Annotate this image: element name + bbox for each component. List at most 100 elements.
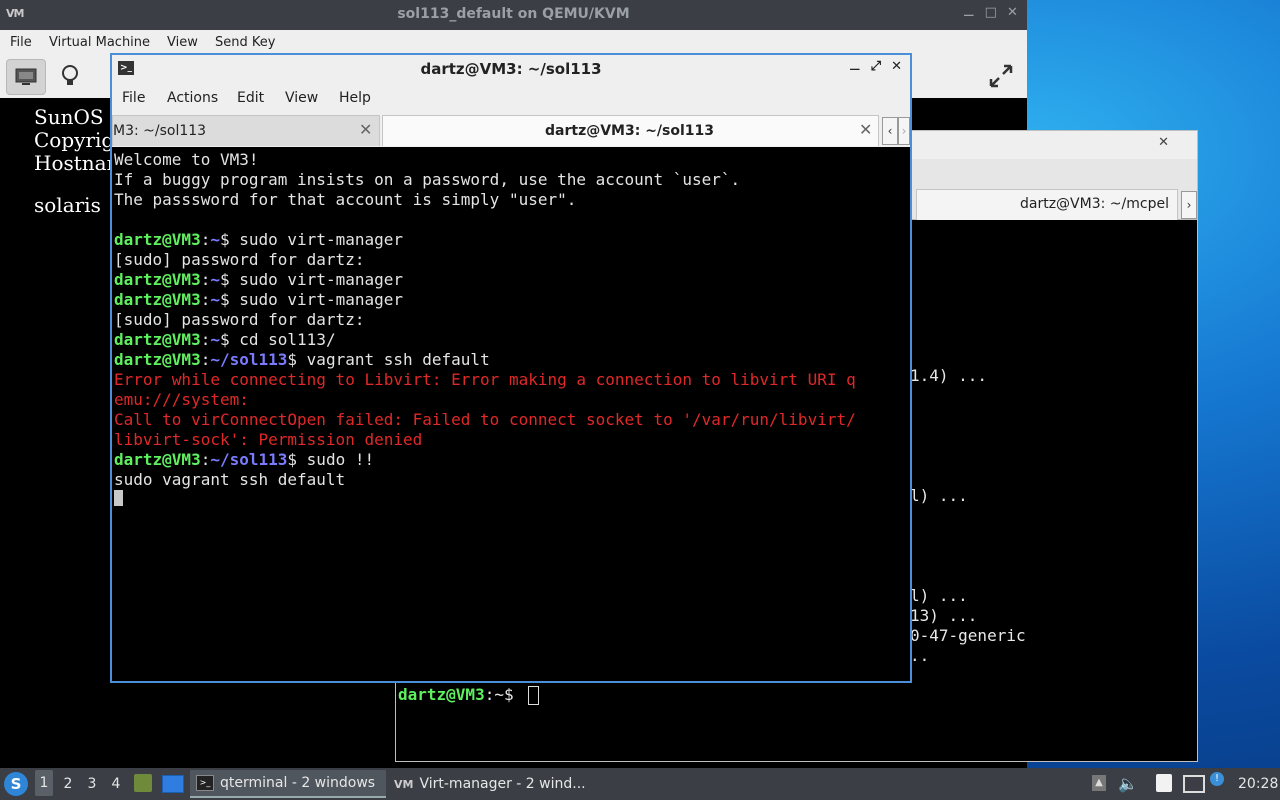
prompt-user: dartz@VM3 [114,230,201,249]
fullscreen-button[interactable] [982,59,1020,93]
clipboard-icon[interactable] [1156,774,1172,792]
task-label: Virt-manager - 2 wind... [419,776,586,792]
tab-scroll-right-button[interactable]: › [898,117,910,145]
minimize-icon[interactable]: ⚊ [963,5,975,20]
text-cursor [528,686,539,705]
maximize-icon[interactable]: ⤢ [871,59,881,74]
close-tab-icon[interactable]: ✕ [859,120,872,139]
prompt-user: dartz@VM3 [114,450,201,469]
tab-scroll-right-button[interactable]: › [1181,191,1197,219]
output-line: [sudo] password for dartz: [114,310,365,329]
menu-edit[interactable]: Edit [237,90,264,106]
prompt-separator: : [200,330,211,349]
prompt-separator: : [200,290,211,309]
tab-sol113-active[interactable]: dartz@VM3: ~/sol113 ✕ [382,115,879,146]
prompt-path: ~ [210,330,220,349]
menu-virtual-machine[interactable]: Virtual Machine [49,35,150,50]
prompt-path: ~/sol113 [210,350,288,369]
task-qterminal[interactable]: >_ qterminal - 2 windows [190,770,386,798]
show-desktop-icon[interactable] [162,775,184,793]
output-line: Welcome to VM3! [114,150,259,169]
fullscreen-icon [989,64,1013,88]
output-line: If a buggy program insists on a password… [114,170,741,189]
terminal-icon: >_ [196,775,214,791]
workspace-1[interactable]: 1 [35,770,53,796]
tab-sol113-first[interactable]: M3: ~/sol113 ✕ [112,115,380,146]
prompt-path: :~$ [484,685,514,704]
terminal-front-output[interactable]: Welcome to VM3! If a buggy program insist… [112,147,910,681]
prompt-line: dartz@VM3:~$ cd sol113/ [114,330,336,350]
network-icon[interactable] [1183,775,1205,793]
file-manager-icon[interactable] [134,774,152,792]
output-fragment: l) ... [910,486,968,505]
minimize-icon[interactable]: ⚊ [849,59,861,74]
menu-view[interactable]: View [167,35,198,50]
prompt-user: dartz@VM3 [114,330,201,349]
workspace-4[interactable]: 4 [107,776,125,792]
menu-help[interactable]: Help [339,90,371,106]
prompt-separator: : [200,230,211,249]
prompt-path: ~ [210,270,220,289]
terminal-menubar: File Actions Edit View Help [112,83,910,113]
menu-view[interactable]: View [285,90,318,106]
output-line: The passsword for that account is simply… [114,190,577,209]
workspace-2[interactable]: 2 [59,776,77,792]
menu-send-key[interactable]: Send Key [215,35,275,50]
error-line: Call to virConnectOpen failed: Failed to… [114,410,856,429]
virt-manager-icon: VM [394,777,414,791]
terminal-window-front[interactable]: >_ dartz@VM3: ~/sol113 ⚊ ⤢ ✕ File Action… [110,53,912,683]
tab-label: M3: ~/sol113 [113,123,207,139]
close-tab-icon[interactable]: ✕ [359,120,372,139]
prompt-separator: : [200,450,211,469]
monitor-icon [15,68,37,85]
vm-titlebar[interactable]: VM sol113_default on QEMU/KVM ⚊ □ ✕ [0,0,1027,30]
vm-menubar: File Virtual Machine View Send Key [0,30,1027,54]
prompt-line: dartz@VM3:~$ sudo virt-manager [114,230,403,250]
tab-scroll-left-button[interactable]: ‹ [882,117,898,145]
output-fragment: .. [910,646,930,665]
output-fragment: 13) ... [910,606,978,625]
tab-label: dartz@VM3: ~/sol113 [545,123,715,139]
command-text: $ sudo virt-manager [219,290,404,309]
console-line: Copyrig [34,128,115,152]
output-line: sudo vagrant ssh default [114,470,346,489]
close-icon[interactable]: ✕ [1158,135,1169,150]
output-fragment: l) ... [910,586,968,605]
menu-file[interactable]: File [10,35,32,50]
maximize-icon[interactable]: □ [985,5,997,20]
tray-expand-icon[interactable]: ▲ [1092,775,1106,791]
prompt-user: dartz@VM3 [114,350,201,369]
text-cursor [114,490,123,506]
prompt-separator: : [200,350,211,369]
task-virt-manager[interactable]: VM Virt-manager - 2 wind... [388,770,588,798]
command-text: $ cd sol113/ [219,330,336,349]
prompt-line: dartz@VM3:~$ [398,685,514,704]
show-details-button[interactable] [51,59,89,93]
command-text: $ sudo virt-manager [219,230,404,249]
show-console-button[interactable] [6,59,46,95]
command-text: $ vagrant ssh default [287,350,490,369]
prompt-line: dartz@VM3:~$ sudo virt-manager [114,270,403,290]
notification-icon[interactable]: ! [1210,772,1224,786]
lightbulb-icon [62,65,78,85]
error-line: Error while connecting to Libvirt: Error… [114,370,856,389]
close-icon[interactable]: ✕ [891,59,902,74]
volume-icon[interactable]: 🔈 [1118,774,1138,793]
start-menu-icon[interactable]: S [4,772,28,796]
prompt-separator: : [200,270,211,289]
output-fragment: 0-47-generic [910,626,1026,645]
menu-actions[interactable]: Actions [167,90,218,106]
close-icon[interactable]: ✕ [1007,5,1018,20]
command-text: $ sudo !! [287,450,375,469]
tab-mcpela[interactable]: dartz@VM3: ~/mcpela [916,189,1178,220]
task-label: qterminal - 2 windows [220,775,376,791]
taskbar: S 1 2 3 4 >_ qterminal - 2 windows VM Vi… [0,768,1280,800]
workspace-3[interactable]: 3 [83,776,101,792]
error-line: emu:///system: [114,390,249,409]
terminal-front-titlebar[interactable]: >_ dartz@VM3: ~/sol113 ⚊ ⤢ ✕ [112,55,910,83]
menu-file[interactable]: File [122,90,145,106]
console-line: solaris [34,193,101,217]
prompt-user: dartz@VM3 [114,270,201,289]
output-line: [sudo] password for dartz: [114,250,365,269]
prompt-path: ~ [210,230,220,249]
